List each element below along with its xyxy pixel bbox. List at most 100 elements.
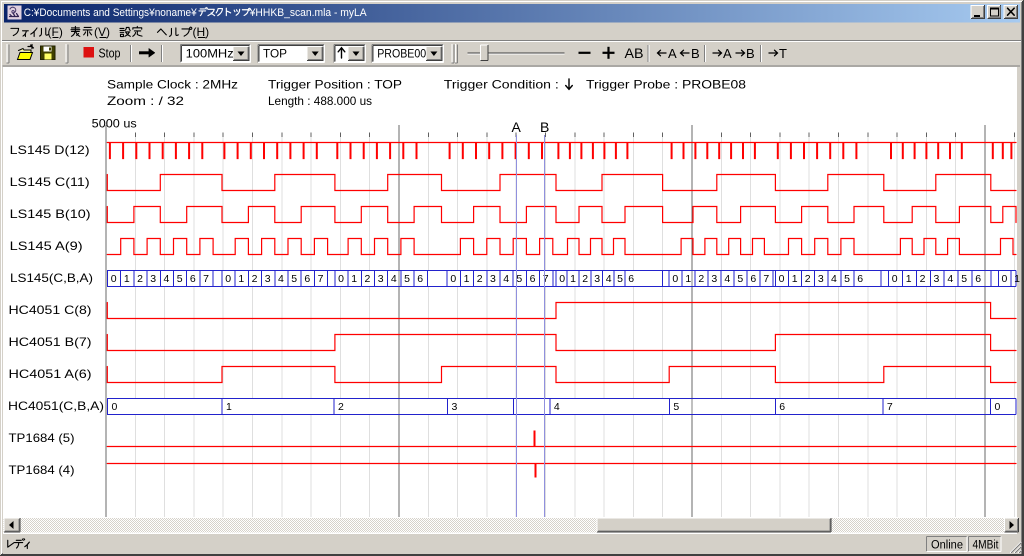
svg-text:5: 5 bbox=[961, 273, 967, 285]
svg-text:LS145(C,B,A): LS145(C,B,A) bbox=[10, 271, 93, 285]
svg-text:3: 3 bbox=[490, 273, 496, 285]
svg-text:6: 6 bbox=[530, 273, 536, 285]
svg-text:5: 5 bbox=[516, 273, 522, 285]
svg-text:2: 2 bbox=[338, 401, 344, 413]
svg-text:T: T bbox=[779, 46, 787, 61]
svg-text:Sample Clock : 2MHz: Sample Clock : 2MHz bbox=[107, 78, 238, 92]
svg-text:3: 3 bbox=[452, 401, 458, 413]
svg-text:2: 2 bbox=[365, 273, 371, 285]
svg-text:7: 7 bbox=[763, 273, 769, 285]
svg-text:HC4051 A(6): HC4051 A(6) bbox=[9, 367, 92, 381]
svg-text:HC4051 C(8): HC4051 C(8) bbox=[9, 303, 92, 317]
svg-text:5: 5 bbox=[844, 273, 850, 285]
svg-text:1: 1 bbox=[226, 401, 232, 413]
svg-text:C:¥Documents and Settings¥nona: C:¥Documents and Settings¥noname¥ bbox=[24, 7, 198, 19]
svg-text:3: 3 bbox=[594, 273, 600, 285]
svg-text:1: 1 bbox=[1014, 273, 1020, 285]
svg-text:4: 4 bbox=[831, 273, 837, 285]
svg-text:TP1684 (5): TP1684 (5) bbox=[9, 431, 75, 445]
svg-text:A: A bbox=[668, 46, 677, 61]
svg-text:AB: AB bbox=[625, 45, 644, 61]
svg-text:A: A bbox=[723, 46, 732, 61]
svg-text:TOP: TOP bbox=[263, 47, 287, 61]
svg-text:3: 3 bbox=[818, 273, 824, 285]
svg-text:B: B bbox=[540, 119, 549, 135]
svg-text:100MHz: 100MHz bbox=[186, 47, 234, 61]
svg-text:PROBE00: PROBE00 bbox=[377, 47, 426, 61]
svg-text:5: 5 bbox=[177, 273, 183, 285]
svg-text:6: 6 bbox=[628, 273, 634, 285]
svg-text:7: 7 bbox=[887, 401, 893, 413]
svg-text:7: 7 bbox=[543, 273, 549, 285]
svg-text:1: 1 bbox=[685, 273, 691, 285]
svg-text:2: 2 bbox=[582, 273, 588, 285]
svg-text:1: 1 bbox=[464, 273, 470, 285]
svg-text:3: 3 bbox=[265, 273, 271, 285]
svg-text:1: 1 bbox=[351, 273, 357, 285]
svg-text:(F): (F) bbox=[48, 25, 63, 39]
svg-text:0: 0 bbox=[892, 273, 898, 285]
svg-text:1: 1 bbox=[906, 273, 912, 285]
svg-text:0: 0 bbox=[225, 273, 231, 285]
svg-text:1: 1 bbox=[570, 273, 576, 285]
svg-text:1: 1 bbox=[124, 273, 130, 285]
svg-text:¥HHKB_scan.mla - myLA: ¥HHKB_scan.mla - myLA bbox=[249, 7, 368, 19]
svg-text:1: 1 bbox=[792, 273, 798, 285]
svg-text:0: 0 bbox=[995, 401, 1001, 413]
svg-text:2: 2 bbox=[698, 273, 704, 285]
svg-text:Online: Online bbox=[931, 540, 963, 552]
svg-text:B: B bbox=[691, 46, 700, 61]
svg-text:6: 6 bbox=[304, 273, 310, 285]
svg-text:0: 0 bbox=[779, 273, 785, 285]
svg-text:Stop: Stop bbox=[99, 47, 121, 61]
svg-text:0: 0 bbox=[450, 273, 456, 285]
svg-text:5: 5 bbox=[404, 273, 410, 285]
svg-text:3: 3 bbox=[378, 273, 384, 285]
svg-text:6: 6 bbox=[857, 273, 863, 285]
svg-text:6: 6 bbox=[975, 273, 981, 285]
svg-text:6: 6 bbox=[190, 273, 196, 285]
svg-text:6: 6 bbox=[779, 401, 785, 413]
svg-text:(V): (V) bbox=[94, 25, 110, 39]
svg-text:B: B bbox=[746, 46, 755, 61]
svg-text:4: 4 bbox=[391, 273, 397, 285]
svg-text:Length : 488.000 us: Length : 488.000 us bbox=[268, 94, 372, 108]
svg-text:7: 7 bbox=[318, 273, 324, 285]
svg-text:0: 0 bbox=[559, 273, 565, 285]
svg-text:4: 4 bbox=[503, 273, 509, 285]
svg-text:6: 6 bbox=[417, 273, 423, 285]
svg-text:4: 4 bbox=[278, 273, 284, 285]
svg-text:Trigger Position : TOP: Trigger Position : TOP bbox=[268, 78, 402, 92]
svg-text:0: 0 bbox=[112, 401, 118, 413]
svg-text:4: 4 bbox=[164, 273, 170, 285]
svg-text:5: 5 bbox=[291, 273, 297, 285]
svg-text:Zoom : / 32: Zoom : / 32 bbox=[107, 94, 184, 108]
svg-text:0: 0 bbox=[672, 273, 678, 285]
svg-text:2: 2 bbox=[252, 273, 258, 285]
svg-text:4: 4 bbox=[554, 401, 560, 413]
svg-text:2: 2 bbox=[477, 273, 483, 285]
svg-text:2: 2 bbox=[137, 273, 143, 285]
svg-text:0: 0 bbox=[111, 273, 117, 285]
svg-text:5: 5 bbox=[673, 401, 679, 413]
svg-text:Trigger Condition :: Trigger Condition : bbox=[444, 78, 559, 92]
svg-text:5: 5 bbox=[617, 273, 623, 285]
svg-text:(H): (H) bbox=[193, 25, 210, 39]
svg-text:0: 0 bbox=[1002, 273, 1008, 285]
svg-text:LS145 B(10): LS145 B(10) bbox=[10, 207, 91, 221]
svg-text:1: 1 bbox=[238, 273, 244, 285]
svg-text:5000 us: 5000 us bbox=[92, 117, 137, 131]
svg-text:HC4051(C,B,A): HC4051(C,B,A) bbox=[8, 399, 104, 413]
svg-text:3: 3 bbox=[711, 273, 717, 285]
svg-text:3: 3 bbox=[934, 273, 940, 285]
svg-text:2: 2 bbox=[920, 273, 926, 285]
svg-text:Trigger Probe : PROBE08: Trigger Probe : PROBE08 bbox=[586, 78, 746, 92]
svg-text:HC4051 B(7): HC4051 B(7) bbox=[9, 335, 92, 349]
svg-text:4: 4 bbox=[724, 273, 730, 285]
svg-text:LS145 A(9): LS145 A(9) bbox=[10, 239, 83, 253]
svg-text:4: 4 bbox=[947, 273, 953, 285]
svg-text:6: 6 bbox=[750, 273, 756, 285]
svg-text:4MBit: 4MBit bbox=[973, 540, 1000, 552]
svg-text:0: 0 bbox=[338, 273, 344, 285]
svg-text:3: 3 bbox=[150, 273, 156, 285]
